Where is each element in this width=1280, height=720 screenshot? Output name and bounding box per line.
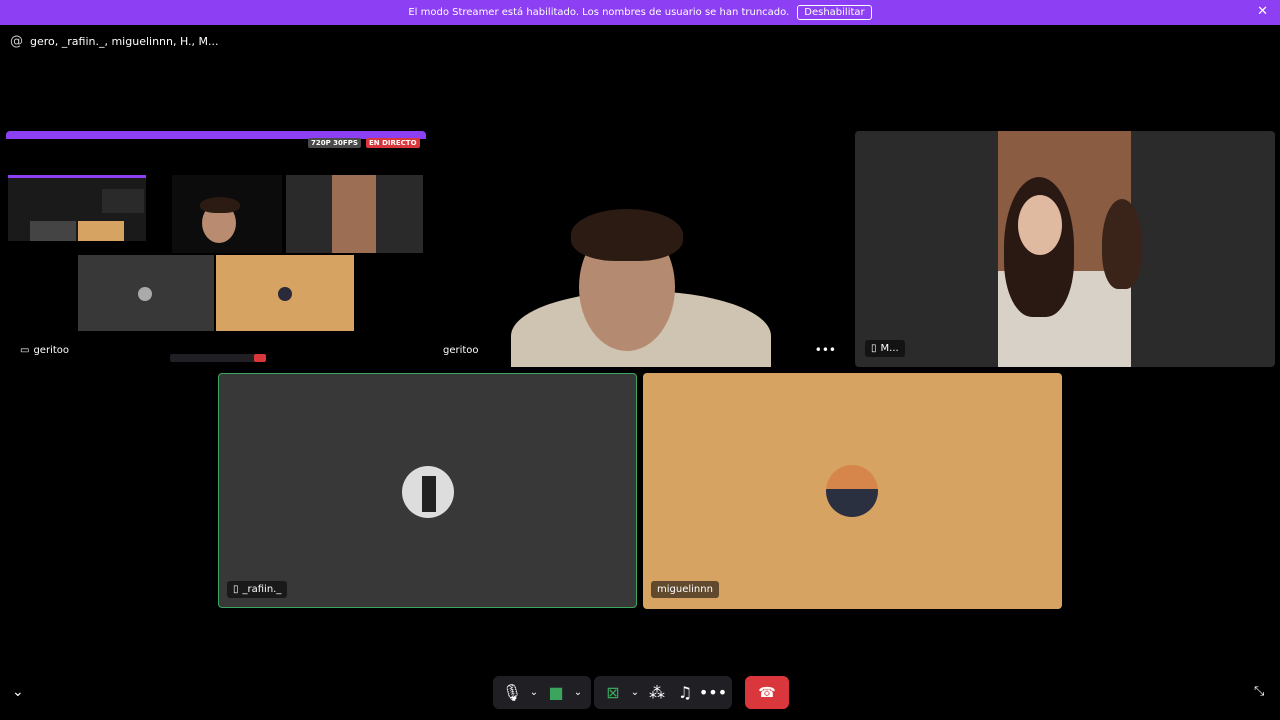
close-icon[interactable]: ✕ <box>1257 4 1268 19</box>
activities-icon[interactable]: ⁂ <box>644 680 670 706</box>
call-title: gero, _rafiin._, miguelinnn, H., M... <box>30 35 219 48</box>
camera-tile-m[interactable]: ▯ M... <box>855 131 1275 367</box>
chevron-down-icon[interactable]: ⌄ <box>628 680 642 706</box>
preview-banner <box>6 131 426 139</box>
nested-camera <box>172 175 282 253</box>
stop-stream-icon[interactable]: ⊠ <box>600 680 626 706</box>
tile-miguelinnn[interactable]: miguelinnn <box>643 373 1062 609</box>
streamer-mode-banner: El modo Streamer está habilitado. Los no… <box>0 0 1280 25</box>
chevron-down-icon[interactable]: ⌄ <box>527 680 541 706</box>
microphone-icon[interactable]: 🎙 <box>499 680 525 706</box>
rafiin-name-tag: ▯ _rafiin._ <box>227 581 288 598</box>
phone-icon: ▯ <box>233 584 239 595</box>
camera-icon[interactable]: ■ <box>543 680 569 706</box>
chevron-down-icon[interactable]: ⌄ <box>571 680 585 706</box>
tile-rafiin[interactable]: ▯ _rafiin._ <box>218 373 637 608</box>
screenshare-name-tag: ▭ geritoo <box>20 345 69 356</box>
person-hair <box>571 209 683 261</box>
phone-icon: ▯ <box>871 343 877 354</box>
camera-tile-geritoo[interactable]: geritoo ••• <box>431 131 850 367</box>
m-name-tag: ▯ M... <box>865 340 905 357</box>
nested-tile-rafiin <box>78 255 214 331</box>
nested-controls <box>170 354 266 362</box>
screenshare-tile[interactable]: 720P 30FPS EN DIRECTO ▭ geritoo <box>6 131 426 367</box>
quality-badge: 720P 30FPS <box>308 138 361 148</box>
nested-tile-miguel <box>216 255 354 331</box>
exit-fullscreen-icon[interactable]: ⤡ <box>1254 684 1264 699</box>
at-icon: @ <box>10 34 23 49</box>
miguelinnn-name-tag: miguelinnn <box>651 581 719 598</box>
live-badge: EN DIRECTO <box>366 138 420 148</box>
banner-text: El modo Streamer está habilitado. Los no… <box>408 7 790 18</box>
avatar <box>826 465 878 517</box>
more-options-icon[interactable]: ••• <box>815 343 836 357</box>
monitor-icon: ▭ <box>20 345 30 356</box>
more-options-icon[interactable]: ••• <box>699 680 727 706</box>
avatar <box>402 466 454 518</box>
nested-screenshare <box>8 175 146 241</box>
nested-tile-m <box>286 175 423 253</box>
hang-up-icon: ☎ <box>758 684 776 701</box>
collapse-icon[interactable]: ⌄ <box>12 684 24 700</box>
camera-name-tag: geritoo <box>443 345 479 356</box>
activity-controls: ⊠ ⌄ ⁂ ♫ ••• <box>594 676 732 709</box>
audio-video-controls: 🎙 ⌄ ■ ⌄ <box>493 676 591 709</box>
video-feed <box>998 131 1142 367</box>
soundboard-icon[interactable]: ♫ <box>672 680 698 706</box>
call-header: @ gero, _rafiin._, miguelinnn, H., M... <box>10 34 219 49</box>
disable-streamer-button[interactable]: Deshabilitar <box>797 5 872 20</box>
end-call-button[interactable]: ☎ <box>745 676 789 709</box>
